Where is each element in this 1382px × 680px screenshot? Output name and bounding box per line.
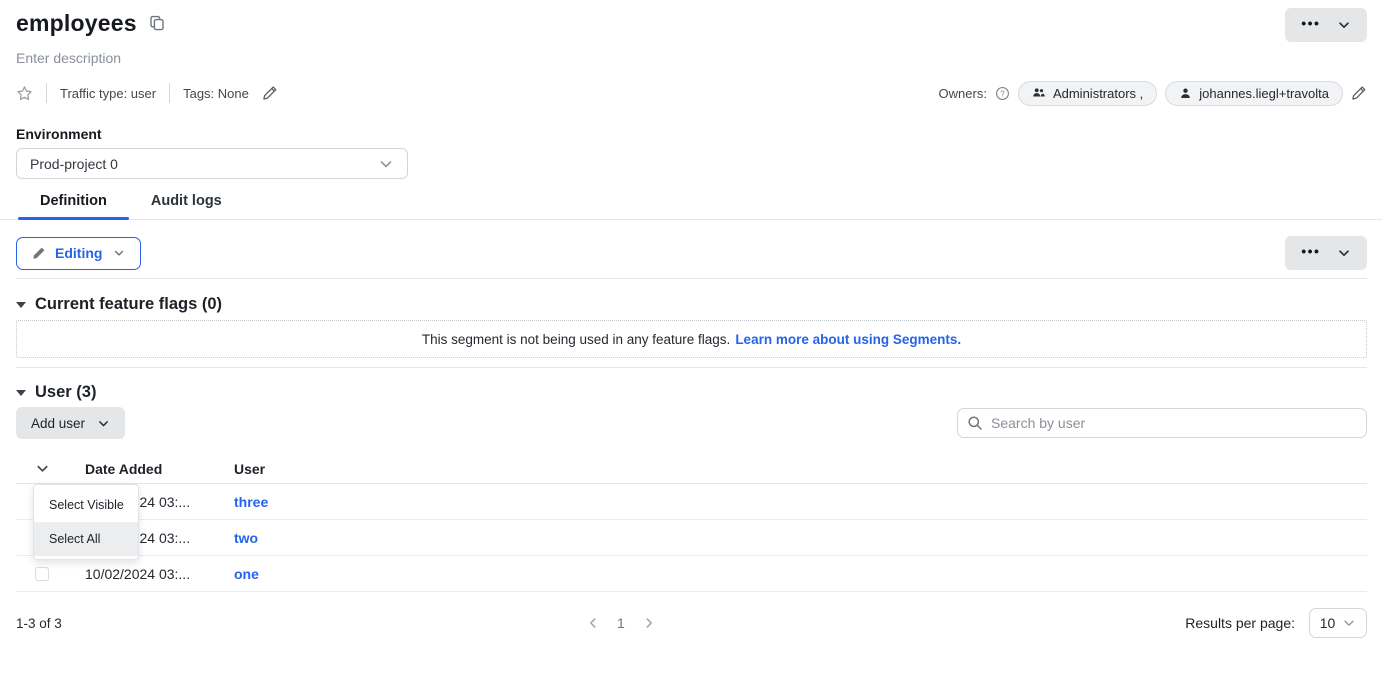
results-per-page-value: 10	[1320, 615, 1336, 631]
chevron-down-icon[interactable]	[1337, 246, 1351, 260]
table-row: 10/02/2024 03:... three	[16, 484, 1367, 520]
divider	[46, 83, 47, 103]
select-menu-trigger[interactable]	[35, 461, 50, 476]
search-input[interactable]	[957, 408, 1367, 438]
owner-badge-user[interactable]: johannes.liegl+travolta	[1165, 81, 1343, 106]
editing-label: Editing	[55, 245, 102, 261]
environment-label: Environment	[16, 126, 1367, 142]
user-table: Date Added User Select Visible Select Al…	[16, 454, 1367, 592]
tab-audit-logs[interactable]: Audit logs	[129, 193, 244, 219]
chevron-down-icon	[378, 156, 394, 172]
column-header-user[interactable]: User	[234, 461, 1367, 477]
user-toolbar: Add user	[16, 407, 1367, 439]
empty-message: This segment is not being used in any fe…	[422, 332, 730, 347]
traffic-type-label: Traffic type: user	[60, 86, 156, 101]
current-page-number: 1	[617, 615, 625, 631]
results-per-page-label: Results per page:	[1185, 615, 1295, 631]
chevron-down-icon	[1342, 616, 1356, 630]
menu-item-select-visible[interactable]: Select Visible	[34, 488, 138, 522]
environment-select[interactable]: Prod-project 0	[16, 148, 408, 179]
date-added-cell: 10/02/2024 03:...	[85, 566, 234, 582]
header: employees •••	[16, 0, 1367, 42]
caret-down-icon	[16, 390, 26, 396]
column-header-date-added[interactable]: Date Added	[85, 461, 234, 477]
menu-item-select-all[interactable]: Select All	[34, 522, 138, 556]
owners-group: Owners: ? Administrators , johannes.lieg…	[939, 81, 1367, 106]
chevron-down-icon[interactable]	[1337, 18, 1351, 32]
divider	[16, 367, 1367, 368]
header-overflow-button[interactable]: •••	[1285, 8, 1367, 42]
page-title: employees	[16, 8, 137, 38]
svg-text:?: ?	[1000, 89, 1005, 98]
feature-flags-empty-state: This segment is not being used in any fe…	[16, 320, 1367, 358]
ellipsis-icon: •••	[1301, 16, 1320, 34]
table-row: 10/02/2024 03:... two	[16, 520, 1367, 556]
star-icon[interactable]	[16, 85, 33, 102]
results-per-page-select[interactable]: 10	[1309, 608, 1367, 638]
tab-bar: Definition Audit logs	[0, 193, 1382, 220]
results-range: 1-3 of 3	[16, 616, 62, 631]
table-header-row: Date Added User	[16, 454, 1367, 484]
learn-more-link[interactable]: Learn more about using Segments.	[735, 332, 961, 347]
edit-tags-icon[interactable]	[262, 85, 278, 101]
chevron-right-icon[interactable]	[642, 616, 656, 630]
divider	[169, 83, 170, 103]
feature-flags-section-header[interactable]: Current feature flags (0)	[16, 295, 222, 314]
tab-definition[interactable]: Definition	[18, 193, 129, 219]
owner-badge-label: johannes.liegl+travolta	[1199, 86, 1329, 101]
edit-icon	[32, 246, 46, 260]
search-icon	[967, 415, 983, 431]
chevron-down-icon	[113, 247, 125, 259]
edit-owners-icon[interactable]	[1351, 85, 1367, 101]
chevron-left-icon[interactable]	[586, 616, 600, 630]
pagination: 1	[586, 606, 656, 640]
owner-badge-administrators[interactable]: Administrators ,	[1018, 81, 1157, 106]
meta-row: Traffic type: user Tags: None Owners: ? …	[16, 81, 1367, 105]
user-section-title: User (3)	[35, 383, 96, 402]
user-search	[957, 408, 1367, 438]
description-field[interactable]: Enter description	[16, 50, 1367, 66]
user-link[interactable]: three	[234, 494, 268, 510]
divider	[16, 278, 1367, 279]
caret-down-icon	[16, 302, 26, 308]
row-checkbox[interactable]	[35, 567, 49, 581]
user-section-header[interactable]: User (3)	[16, 383, 96, 402]
person-icon	[1179, 87, 1192, 100]
definition-overflow-button[interactable]: •••	[1285, 236, 1367, 270]
definition-toolbar: Editing •••	[16, 236, 1367, 270]
editing-button[interactable]: Editing	[16, 237, 141, 270]
select-menu: Select Visible Select All	[33, 484, 139, 560]
table-footer: 1-3 of 3 1 Results per page: 10	[16, 606, 1367, 640]
add-user-button[interactable]: Add user	[16, 407, 125, 439]
user-link[interactable]: one	[234, 566, 259, 582]
help-icon[interactable]: ?	[995, 86, 1010, 101]
feature-flags-section-title: Current feature flags (0)	[35, 295, 222, 314]
owners-label: Owners:	[939, 86, 987, 101]
user-link[interactable]: two	[234, 530, 258, 546]
table-row: 10/02/2024 03:... one	[16, 556, 1367, 592]
group-icon	[1032, 86, 1046, 100]
owner-badge-label: Administrators ,	[1053, 86, 1143, 101]
add-user-label: Add user	[31, 416, 85, 431]
chevron-down-icon	[97, 417, 110, 430]
segment-detail-page: employees ••• Enter description Tr	[0, 0, 1382, 680]
copy-icon[interactable]	[149, 15, 165, 31]
tags-label: Tags: None	[183, 86, 249, 101]
environment-selected-value: Prod-project 0	[30, 156, 118, 172]
ellipsis-icon: •••	[1301, 244, 1320, 262]
